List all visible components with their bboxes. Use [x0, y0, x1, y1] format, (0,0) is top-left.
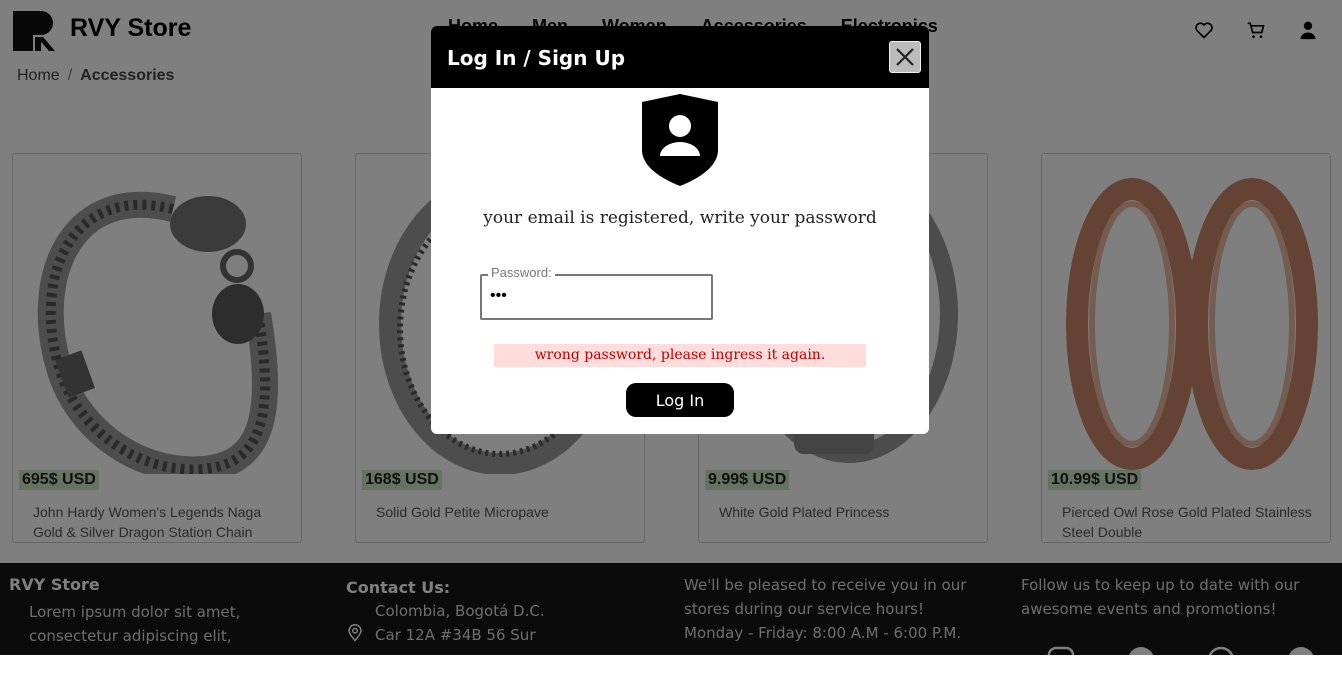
password-field[interactable]: Password: — [480, 265, 713, 320]
modal-title: Log In / Sign Up — [447, 46, 626, 70]
close-button[interactable] — [889, 41, 921, 73]
password-input[interactable] — [488, 286, 702, 306]
shield-user-icon — [642, 94, 718, 186]
modal-message: your email is registered, write your pas… — [483, 208, 877, 228]
modal-header: Log In / Sign Up — [431, 26, 929, 88]
error-message: wrong password, please ingress it again. — [494, 344, 866, 367]
login-button[interactable]: Log In — [626, 383, 734, 417]
login-modal: Log In / Sign Up your email is registere… — [431, 26, 929, 434]
password-label: Password: — [488, 265, 555, 280]
close-icon — [896, 48, 914, 66]
